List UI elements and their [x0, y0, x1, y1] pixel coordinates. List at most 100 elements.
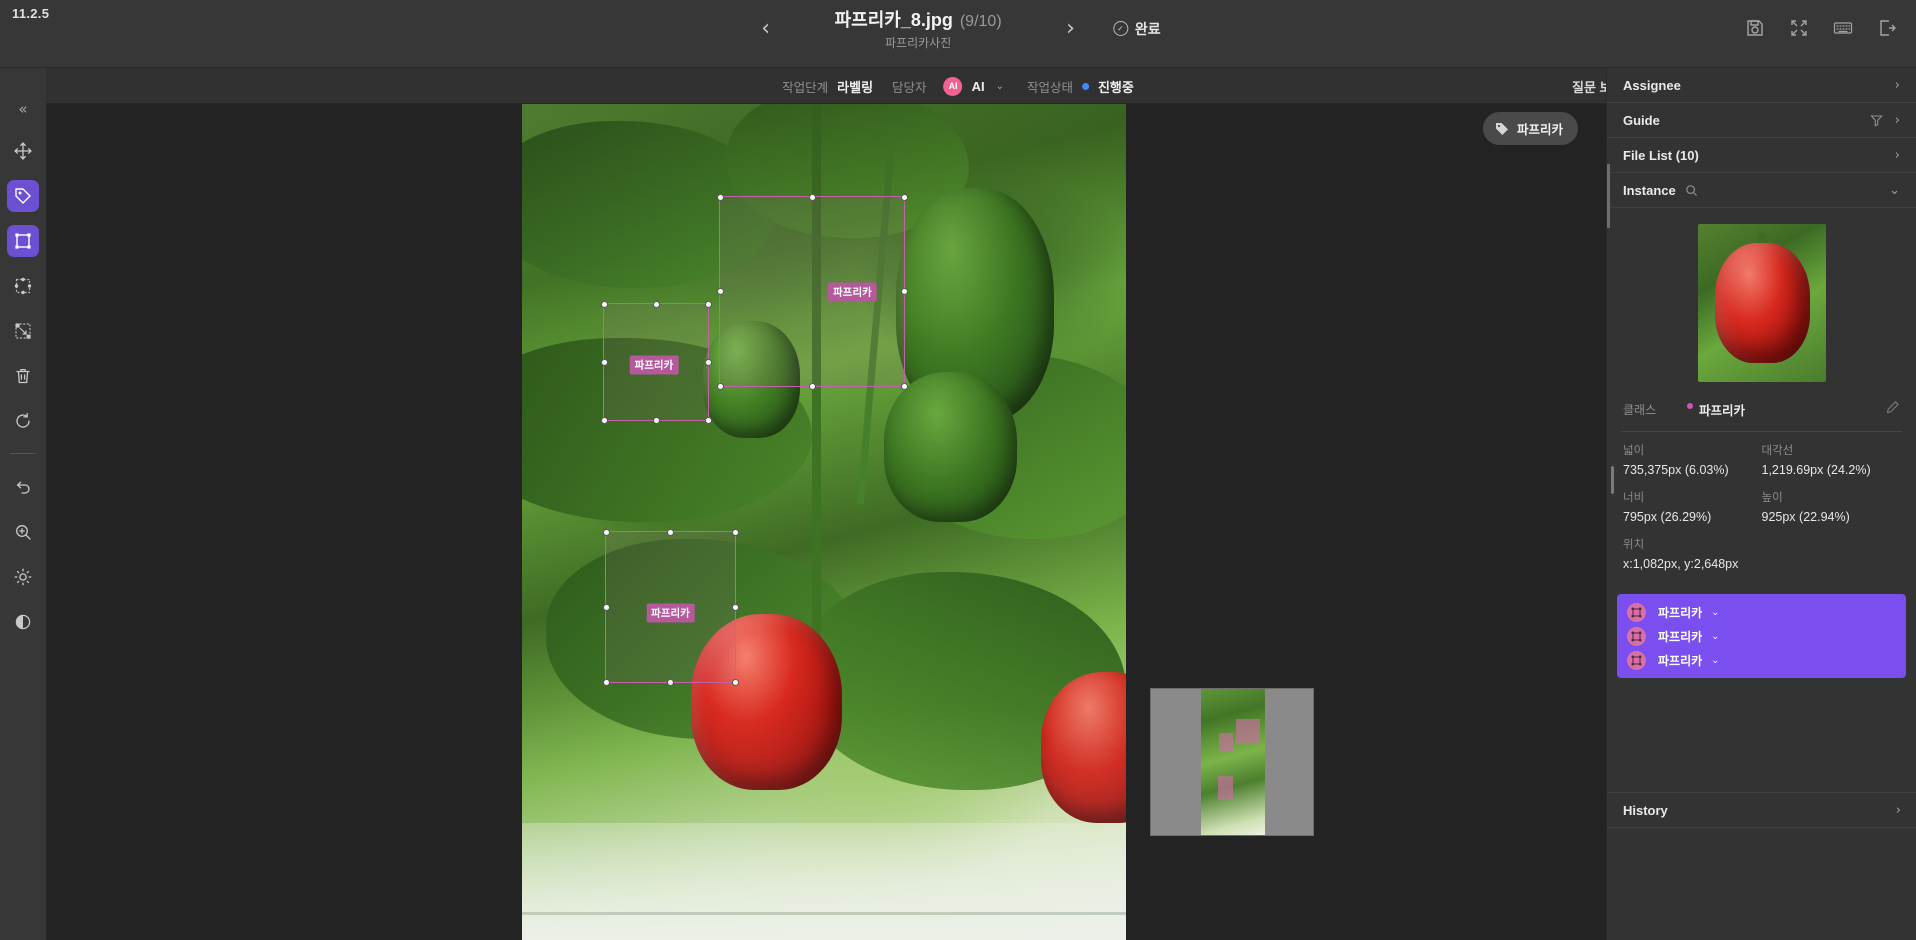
instance-thumbnail [1697, 224, 1826, 382]
stage-label: 작업단계 [782, 80, 829, 95]
left-toolbar: « [0, 68, 46, 940]
title-block: 파프리카_8.jpg (9/10) 파프리카사진 [798, 6, 1038, 51]
panel-resize-handle[interactable] [1607, 164, 1610, 228]
scroll-indicator[interactable] [1611, 466, 1614, 494]
filter-icon[interactable] [1870, 114, 1883, 127]
list-item[interactable]: 파프리카 ⌄ [1617, 600, 1906, 624]
save-icon[interactable] [1744, 17, 1766, 39]
sidebar-item-file-list[interactable]: File List (10) › [1607, 138, 1916, 173]
metric-value: 795px (26.29%) [1623, 510, 1712, 524]
metric-value: 1,219.69px (24.2%) [1761, 463, 1871, 477]
move-tool-icon[interactable] [7, 135, 39, 167]
sidebar-item-assignee[interactable]: Assignee › [1607, 68, 1916, 103]
section-title: Guide [1623, 112, 1660, 128]
class-value: 파프리카 [1699, 404, 1746, 418]
keyboard-icon[interactable] [1832, 17, 1854, 39]
assignee-chevron-down-icon[interactable]: ⌄ [996, 81, 1004, 92]
class-row: 클래스 파프리카 [1607, 392, 1916, 431]
avatar: AI [943, 76, 963, 96]
status-badge: 진행중 [1097, 79, 1134, 95]
chevron-down-icon[interactable]: ⌄ [1711, 607, 1719, 618]
chevron-down-icon: ⌄ [1889, 182, 1900, 198]
position-value: x:1,082px, y:2,648px [1623, 557, 1739, 571]
position-label: 위치 [1623, 539, 1645, 551]
list-item[interactable]: 파프리카 ⌄ [1617, 624, 1906, 648]
image-canvas[interactable]: 파프리카 파프리카 파프리카 파프리카 [46, 104, 1606, 940]
minimap-overview[interactable] [1150, 688, 1314, 836]
bbox-instance-icon [1627, 626, 1646, 646]
bbox-label: 파프리카 [646, 603, 695, 623]
stage-value: 라벨링 [837, 79, 874, 95]
delete-tool-icon[interactable] [7, 360, 39, 392]
pepper-shape [1715, 242, 1811, 364]
instance-name: 파프리카 [1658, 605, 1703, 620]
dataset-subtitle: 파프리카사진 [884, 36, 952, 50]
bbox-tool-icon[interactable] [7, 225, 39, 257]
app-version: 11.2.5 [12, 6, 50, 21]
active-class-chip[interactable]: 파프리카 [1482, 112, 1578, 145]
sidebar-item-guide[interactable]: Guide › [1607, 103, 1916, 138]
search-icon[interactable] [1685, 184, 1698, 197]
prev-image-button[interactable]: ‹ [755, 14, 776, 44]
chevron-down-icon[interactable]: ⌄ [1711, 631, 1719, 642]
section-title: Instance [1623, 182, 1676, 198]
workflow-meta: 작업단계 라벨링 담당자 AI AI ⌄ 작업상태 진행중 [782, 68, 1134, 104]
assignee-value: AI [971, 78, 985, 94]
bbox-instance-icon [1627, 650, 1646, 670]
section-title: File List (10) [1623, 147, 1699, 163]
metric-label: 넓이 [1623, 445, 1645, 457]
section-title: History [1623, 802, 1668, 818]
bbox-label: 파프리카 [629, 355, 679, 375]
annotation-tool-root: 11.2.5 ‹ 파프리카_8.jpg (9/10) 파프리카사진 › ✓ 완료 [0, 0, 1916, 940]
bbox-annotation[interactable]: 파프리카 [716, 193, 908, 390]
chevron-right-icon: › [1895, 802, 1901, 818]
status-dot-icon [1081, 82, 1089, 90]
tag-icon [1495, 122, 1508, 135]
right-panel: Assignee › Guide › File List (10) › Inst… [1606, 68, 1916, 940]
active-class-label: 파프리카 [1516, 123, 1563, 137]
collapse-panel-icon[interactable]: « [8, 96, 38, 122]
instance-preview [1607, 208, 1916, 392]
sidebar-item-history[interactable]: History › [1607, 792, 1916, 828]
edit-class-icon[interactable] [1886, 400, 1900, 419]
bbox-annotation[interactable]: 파프리카 [602, 528, 739, 686]
undo-tool-icon[interactable] [7, 471, 39, 503]
brightness-tool-icon[interactable] [7, 561, 39, 593]
reset-tool-icon[interactable] [7, 405, 39, 437]
list-item[interactable]: 파프리카 ⌄ [1617, 648, 1906, 672]
bbox-label: 파프리카 [828, 282, 877, 301]
top-bar: 11.2.5 ‹ 파프리카_8.jpg (9/10) 파프리카사진 › ✓ 완료 [0, 0, 1916, 68]
fullscreen-icon[interactable] [1788, 17, 1810, 39]
done-button-label: 완료 [1134, 20, 1161, 37]
page-title: 파프리카_8.jpg [834, 10, 953, 30]
tag-tool-icon[interactable] [7, 180, 39, 212]
metric-value: 735,375px (6.03%) [1623, 463, 1729, 477]
metric-value: 925px (22.94%) [1761, 510, 1850, 524]
next-image-button[interactable]: › [1060, 14, 1081, 44]
file-counter: (9/10) [959, 13, 1002, 30]
logout-icon[interactable] [1876, 17, 1898, 39]
section-title: Assignee [1623, 77, 1681, 93]
top-right-actions [1744, 17, 1898, 39]
chevron-right-icon: › [1894, 77, 1900, 93]
assignee-label: 담당자 [892, 80, 927, 95]
bbox-annotation[interactable]: 파프리카 [600, 300, 712, 424]
metric-label: 대각선 [1761, 445, 1794, 457]
polygon-tool-icon[interactable] [7, 270, 39, 302]
instance-metrics: 넓이 대각선 735,375px (6.03%) 1,219.69px (24.… [1607, 432, 1916, 582]
instance-name: 파프리카 [1658, 653, 1703, 668]
status-label: 작업상태 [1026, 80, 1073, 95]
sidebar-item-instance[interactable]: Instance ⌄ [1607, 173, 1916, 208]
zoom-tool-icon[interactable] [7, 516, 39, 548]
title-cluster: ‹ 파프리카_8.jpg (9/10) 파프리카사진 › ✓ 완료 [755, 6, 1160, 51]
metric-label: 높이 [1761, 492, 1783, 504]
metric-label: 너비 [1623, 492, 1645, 504]
class-color-dot-icon [1687, 402, 1693, 409]
chevron-right-icon: › [1894, 112, 1900, 128]
done-button[interactable]: ✓ 완료 [1112, 19, 1161, 39]
transform-tool-icon[interactable] [7, 315, 39, 347]
toolbar-divider [10, 453, 36, 454]
chevron-down-icon[interactable]: ⌄ [1711, 655, 1719, 666]
minimap-image [1201, 689, 1265, 835]
contrast-tool-icon[interactable] [7, 606, 39, 638]
